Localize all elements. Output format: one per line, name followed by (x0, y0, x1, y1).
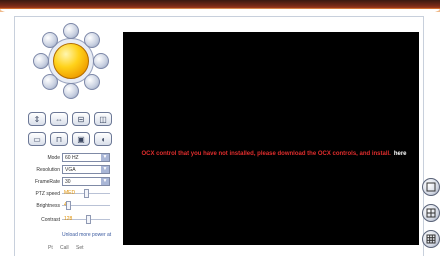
io-on-icon: ▭ (33, 134, 41, 144)
resolution-select[interactable]: VGA ▼ (62, 165, 110, 174)
brightness-field: Brightness 4 (18, 200, 118, 211)
io-off-button[interactable]: ⊓ (50, 132, 68, 146)
single-view-button[interactable] (422, 178, 440, 196)
brightness-label: Brightness (36, 202, 60, 209)
ptz-center-button[interactable] (53, 43, 89, 79)
ptz-speed-field: PTZ speed MED (18, 188, 118, 199)
nine-view-icon (426, 234, 436, 244)
io-on-button[interactable]: ▭ (28, 132, 46, 146)
ptz-speed-value: MED (64, 190, 76, 196)
ocx-download-link[interactable]: here (394, 151, 407, 157)
ptz-down-right-button[interactable] (84, 74, 100, 90)
mode-value: 60 HZ (65, 154, 79, 161)
framerate-field: FrameRate 30 ▼ (18, 176, 118, 187)
ocx-message: OCX control that you have not installed,… (137, 150, 411, 158)
ptz-up-button[interactable] (63, 23, 79, 39)
ptz-button-row-1: ⇕ ⇔ ⊟ ◫ (28, 112, 120, 126)
quad-view-icon (426, 208, 436, 218)
chevron-down-icon: ▼ (101, 178, 109, 185)
ptz-right-button[interactable] (93, 53, 109, 69)
flip-button[interactable]: ⊟ (72, 112, 90, 126)
contrast-field: Contrast 128 (18, 214, 118, 225)
contrast-slider[interactable]: 128 (62, 215, 110, 224)
preset-label: Pt (48, 245, 53, 251)
single-view-icon (426, 182, 436, 192)
ptz-left-button[interactable] (33, 53, 49, 69)
flip-icon: ⊟ (77, 114, 85, 124)
ptz-button-row-2: ▭ ⊓ ▣ ◖ (28, 132, 120, 146)
power-link[interactable]: Unload more power at (62, 232, 111, 238)
ptz-up-right-button[interactable] (84, 32, 100, 48)
snapshot-button[interactable]: ▣ (72, 132, 90, 146)
framerate-value: 30 (65, 178, 71, 185)
horizontal-patrol-button[interactable]: ⇔ (50, 112, 68, 126)
mode-label: Mode (47, 154, 60, 161)
vertical-arrows-icon: ⇕ (33, 114, 41, 124)
ocx-message-text: OCX control that you have not installed,… (141, 151, 391, 157)
audio-button[interactable]: ◖ (94, 132, 112, 146)
resolution-label: Resolution (36, 166, 60, 173)
brightness-slider[interactable]: 4 (62, 201, 110, 210)
chevron-down-icon: ▼ (101, 154, 109, 161)
slider-thumb[interactable] (86, 215, 91, 224)
ptz-down-left-button[interactable] (42, 74, 58, 90)
mirror-button[interactable]: ◫ (94, 112, 112, 126)
ptz-up-left-button[interactable] (42, 32, 58, 48)
set-button[interactable]: Set (76, 245, 84, 251)
resolution-field: Resolution VGA ▼ (18, 164, 118, 175)
control-panel: ⇕ ⇔ ⊟ ◫ ▭ ⊓ ▣ ◖ Mode 60 HZ ▼ Resolution V… (18, 20, 122, 255)
mirror-icon: ◫ (99, 114, 107, 124)
quad-view-button[interactable] (422, 204, 440, 222)
nine-view-button[interactable] (422, 230, 440, 248)
contrast-label: Contrast (41, 216, 60, 223)
slider-thumb[interactable] (84, 189, 89, 198)
ptz-speed-slider[interactable]: MED (62, 189, 110, 198)
call-button[interactable]: Call (60, 245, 69, 251)
framerate-select[interactable]: 30 ▼ (62, 177, 110, 186)
mode-field: Mode 60 HZ ▼ (18, 152, 118, 163)
horizontal-arrows-icon: ⇔ (55, 114, 63, 124)
ptz-speed-label: PTZ speed (35, 190, 60, 197)
mode-select[interactable]: 60 HZ ▼ (62, 153, 110, 162)
camera-icon: ▣ (77, 134, 85, 144)
slider-thumb[interactable] (66, 201, 71, 210)
speaker-icon: ◖ (100, 134, 106, 144)
resolution-value: VGA (65, 166, 76, 173)
contrast-value: 128 (64, 216, 73, 222)
io-off-icon: ⊓ (55, 134, 63, 144)
video-area[interactable]: OCX control that you have not installed,… (123, 32, 419, 245)
framerate-label: FrameRate (34, 178, 60, 185)
vertical-patrol-button[interactable]: ⇕ (28, 112, 46, 126)
ptz-control (33, 23, 109, 99)
chevron-down-icon: ▼ (101, 166, 109, 173)
ptz-down-button[interactable] (63, 83, 79, 99)
